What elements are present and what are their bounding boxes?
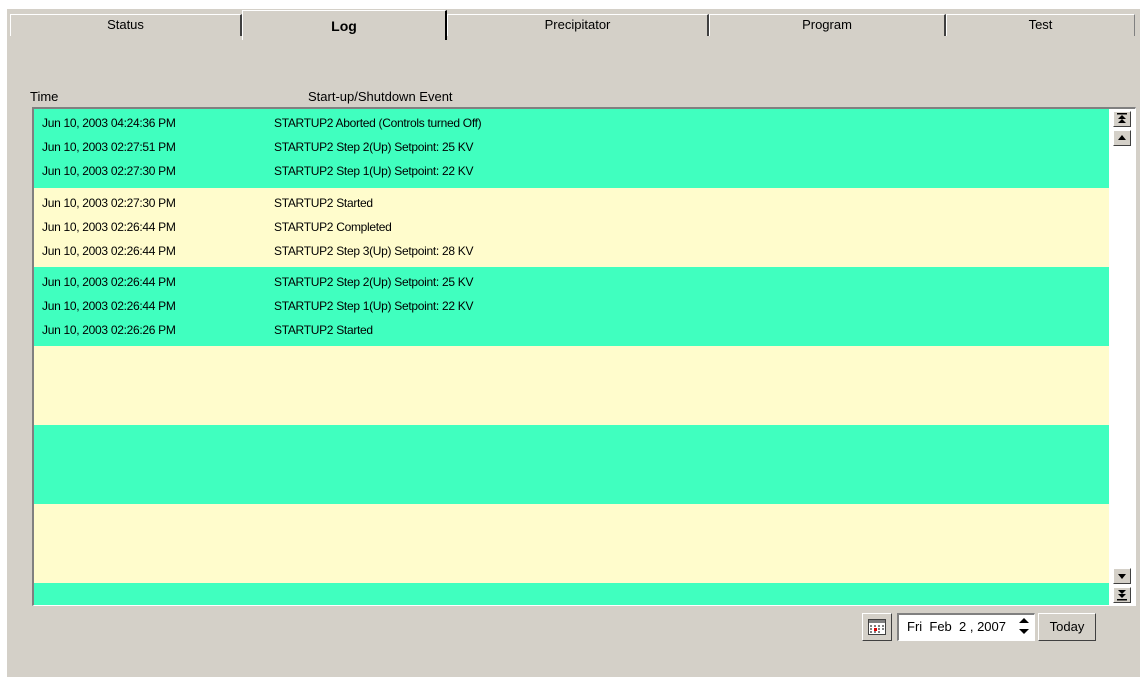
spin-down-icon <box>1019 629 1029 634</box>
tab-precipitator[interactable]: Precipitator <box>447 14 709 36</box>
log-time: Jun 10, 2003 02:27:30 PM <box>42 164 176 178</box>
row-band <box>34 583 1109 605</box>
date-spinner[interactable] <box>1016 616 1032 637</box>
scroll-top-button[interactable] <box>1113 111 1131 127</box>
calendar-button[interactable] <box>862 613 892 641</box>
log-row[interactable]: Jun 10, 2003 02:26:44 PM STARTUP2 Complet… <box>34 215 1109 239</box>
log-time: Jun 10, 2003 02:26:44 PM <box>42 220 176 234</box>
tab-bar: Status Log Precipitator Program Test <box>10 10 1135 42</box>
log-row[interactable]: Jun 10, 2003 02:26:44 PM STARTUP2 Step 3(… <box>34 239 1109 263</box>
log-rows-container: Jun 10, 2003 04:24:36 PM STARTUP2 Aborted… <box>34 109 1109 605</box>
up-arrow-icon <box>1118 135 1126 140</box>
row-band <box>34 425 1109 504</box>
log-row[interactable]: Jun 10, 2003 02:26:26 PM STARTUP2 Started <box>34 318 1109 342</box>
double-up-arrow-icon <box>1117 113 1127 123</box>
tab-status[interactable]: Status <box>10 14 242 36</box>
log-row[interactable]: Jun 10, 2003 02:27:30 PM STARTUP2 Step 1(… <box>34 159 1109 183</box>
log-event: STARTUP2 Aborted (Controls turned Off) <box>274 116 482 130</box>
log-time: Jun 10, 2003 02:26:44 PM <box>42 275 176 289</box>
scroll-down-button[interactable] <box>1113 568 1131 584</box>
calendar-icon <box>868 619 886 635</box>
scroll-up-button[interactable] <box>1113 130 1131 146</box>
double-down-arrow-icon <box>1117 590 1127 601</box>
log-time: Jun 10, 2003 02:26:44 PM <box>42 299 176 313</box>
log-time: Jun 10, 2003 02:26:44 PM <box>42 244 176 258</box>
log-time: Jun 10, 2003 02:27:30 PM <box>42 196 176 210</box>
tab-log[interactable]: Log <box>242 10 447 40</box>
today-button[interactable]: Today <box>1038 613 1096 641</box>
down-arrow-icon <box>1118 574 1126 579</box>
spin-up-icon <box>1019 618 1029 623</box>
log-row[interactable]: Jun 10, 2003 02:26:44 PM STARTUP2 Step 1(… <box>34 294 1109 318</box>
log-event: STARTUP2 Step 1(Up) Setpoint: 22 KV <box>274 164 474 178</box>
log-event: STARTUP2 Started <box>274 323 373 337</box>
log-row[interactable]: Jun 10, 2003 04:24:36 PM STARTUP2 Aborted… <box>34 111 1109 135</box>
column-header-time: Time <box>30 89 59 104</box>
spin-up-button[interactable] <box>1016 616 1032 626</box>
row-band <box>34 504 1109 583</box>
log-time: Jun 10, 2003 04:24:36 PM <box>42 116 176 130</box>
vertical-scrollbar[interactable] <box>1109 109 1135 605</box>
event-log-list[interactable]: Jun 10, 2003 04:24:36 PM STARTUP2 Aborted… <box>32 107 1136 606</box>
log-row[interactable]: Jun 10, 2003 02:26:44 PM STARTUP2 Step 2(… <box>34 270 1109 294</box>
tab-test[interactable]: Test <box>946 14 1135 36</box>
log-event: STARTUP2 Step 2(Up) Setpoint: 25 KV <box>274 140 474 154</box>
date-field[interactable]: Fri Feb 2 , 2007 <box>897 613 1035 641</box>
log-row[interactable]: Jun 10, 2003 02:27:51 PM STARTUP2 Step 2(… <box>34 135 1109 159</box>
log-event: STARTUP2 Step 1(Up) Setpoint: 22 KV <box>274 299 474 313</box>
log-event: STARTUP2 Step 2(Up) Setpoint: 25 KV <box>274 275 474 289</box>
log-time: Jun 10, 2003 02:27:51 PM <box>42 140 176 154</box>
spin-down-button[interactable] <box>1016 627 1032 637</box>
tab-program[interactable]: Program <box>709 14 946 36</box>
column-header-event: Start-up/Shutdown Event <box>308 89 453 104</box>
log-event: STARTUP2 Step 3(Up) Setpoint: 28 KV <box>274 244 474 258</box>
log-time: Jun 10, 2003 02:26:26 PM <box>42 323 176 337</box>
log-row[interactable]: Jun 10, 2003 02:27:30 PM STARTUP2 Started <box>34 191 1109 215</box>
row-band <box>34 346 1109 425</box>
log-event: STARTUP2 Completed <box>274 220 392 234</box>
log-event: STARTUP2 Started <box>274 196 373 210</box>
scroll-bottom-button[interactable] <box>1113 587 1131 603</box>
